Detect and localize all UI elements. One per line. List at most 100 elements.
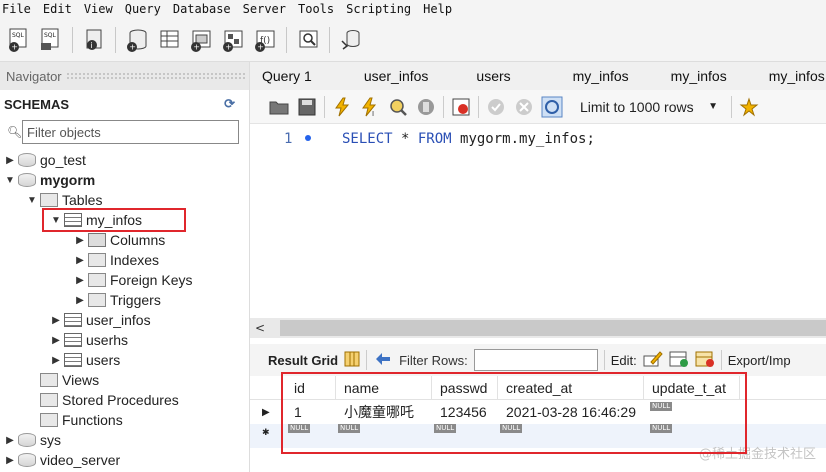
- svg-text:+: +: [257, 42, 264, 51]
- info-icon[interactable]: i: [81, 26, 107, 54]
- menu-query[interactable]: Query: [123, 2, 171, 16]
- explain-icon[interactable]: [387, 96, 409, 118]
- expand-arrow-icon[interactable]: ▶: [74, 275, 86, 286]
- stop-icon[interactable]: [415, 96, 437, 118]
- insert-row-icon[interactable]: [669, 350, 689, 371]
- scroll-left-icon[interactable]: <: [250, 321, 270, 335]
- tree-item-sys[interactable]: ▶ sys: [0, 430, 250, 450]
- expand-arrow-icon[interactable]: ▶: [74, 235, 86, 246]
- new-sql-tab-icon[interactable]: SQL +: [6, 26, 32, 54]
- tree-item-users[interactable]: ▶ users: [0, 350, 250, 370]
- beautify-icon[interactable]: [738, 96, 760, 118]
- query-tabs: Query 1 user_infos users my_infos my_inf…: [250, 62, 826, 90]
- navigator-header: Navigator: [0, 62, 249, 90]
- menu-view[interactable]: View: [82, 2, 123, 16]
- expand-arrow-icon[interactable]: ▶: [4, 155, 16, 166]
- query-table: mygorm.my_infos;: [451, 131, 595, 147]
- table-icon: [64, 333, 82, 347]
- limit-rows-value: Limit to 1000 rows: [580, 98, 694, 115]
- refresh-rows-icon[interactable]: [373, 351, 393, 370]
- tree-item-tables[interactable]: ▼ Tables: [0, 190, 250, 210]
- expand-arrow-icon[interactable]: ▶: [4, 435, 16, 446]
- editor-horizontal-scrollbar[interactable]: <: [250, 318, 826, 338]
- expand-arrow-icon[interactable]: ▶: [4, 455, 16, 466]
- menu-help[interactable]: Help: [421, 2, 462, 16]
- filter-rows-input[interactable]: [473, 349, 598, 371]
- expand-arrow-icon[interactable]: ▶: [74, 255, 86, 266]
- delete-row-icon[interactable]: [695, 350, 715, 371]
- keyword-select: SELECT: [342, 131, 393, 147]
- execute-current-icon[interactable]: I: [359, 96, 381, 118]
- edit-label: Edit:: [610, 352, 637, 368]
- open-sql-file-icon[interactable]: SQL: [38, 26, 64, 54]
- create-function-icon[interactable]: f() +: [252, 26, 278, 54]
- line-number: 1: [284, 131, 293, 147]
- toolbar-separator: [115, 26, 116, 53]
- expand-arrow-icon[interactable]: ▶: [74, 295, 86, 306]
- sql-query-line[interactable]: SELECT * FROM mygorm.my_infos;: [342, 131, 595, 147]
- scroll-thumb[interactable]: [280, 320, 826, 336]
- filter-objects-input[interactable]: 🔍︎ Filter objects: [7, 120, 239, 144]
- create-procedure-icon[interactable]: +: [220, 26, 246, 54]
- tree-item-functions[interactable]: Functions: [0, 410, 250, 430]
- tab-my-infos[interactable]: my_infos: [561, 68, 659, 84]
- tree-item-triggers[interactable]: ▶ Triggers: [0, 290, 250, 310]
- collapse-arrow-icon[interactable]: ▼: [4, 175, 16, 186]
- create-table-icon[interactable]: [156, 26, 182, 54]
- tree-item-video-server[interactable]: ▶ video_server: [0, 450, 250, 470]
- tree-item-user-infos[interactable]: ▶ user_infos: [0, 310, 250, 330]
- reconnect-icon[interactable]: [338, 26, 364, 54]
- svg-text:+: +: [11, 42, 18, 51]
- tab-query-1[interactable]: Query 1: [250, 68, 352, 84]
- refresh-icon[interactable]: ⟳: [224, 96, 235, 112]
- filter-rows-label: Filter Rows:: [399, 352, 468, 368]
- sql-editor[interactable]: 1 SELECT * FROM mygorm.my_infos;: [250, 124, 826, 318]
- tab-my-infos-3[interactable]: my_infos: [757, 68, 825, 84]
- tree-item-indexes[interactable]: ▶ Indexes: [0, 250, 250, 270]
- export-import-label[interactable]: Export/Imp: [728, 353, 791, 368]
- toolbar-separator: [731, 95, 732, 118]
- expand-arrow-icon[interactable]: ▶: [50, 315, 62, 326]
- drag-handle[interactable]: [65, 72, 245, 80]
- menu-file[interactable]: File: [0, 2, 41, 16]
- search-table-data-icon[interactable]: [295, 26, 321, 54]
- result-grid-label[interactable]: Result Grid: [268, 353, 338, 368]
- triggers-icon: [88, 293, 106, 307]
- autocommit-toggle-icon[interactable]: [541, 96, 563, 118]
- tree-item-columns[interactable]: ▶ Columns: [0, 230, 250, 250]
- menu-scripting[interactable]: Scripting: [344, 2, 421, 16]
- limit-rows-select[interactable]: Limit to 1000 rows ▼: [575, 95, 725, 119]
- expand-arrow-icon[interactable]: ▶: [50, 355, 62, 366]
- grid-view-icon[interactable]: [344, 351, 360, 370]
- tree-item-foreign-keys[interactable]: ▶ Foreign Keys: [0, 270, 250, 290]
- tree-item-views[interactable]: Views: [0, 370, 250, 390]
- tree-item-mygorm[interactable]: ▼ mygorm: [0, 170, 250, 190]
- menu-edit[interactable]: Edit: [41, 2, 82, 16]
- rollback-icon[interactable]: [513, 96, 535, 118]
- collapse-arrow-icon[interactable]: ▼: [26, 195, 38, 206]
- tree-item-go-test[interactable]: ▶ go_test: [0, 150, 250, 170]
- toolbar-separator: [286, 26, 287, 53]
- tree-item-stored-procedures[interactable]: Stored Procedures: [0, 390, 250, 410]
- save-icon[interactable]: [296, 96, 318, 118]
- execute-icon[interactable]: [331, 96, 353, 118]
- new-row-marker-icon: ✱: [262, 428, 270, 438]
- edit-row-icon[interactable]: [643, 350, 663, 371]
- toolbar-separator: [329, 26, 330, 53]
- expand-arrow-icon[interactable]: ▶: [50, 335, 62, 346]
- tab-users[interactable]: users: [464, 68, 560, 84]
- menu-tools[interactable]: Tools: [296, 2, 344, 16]
- create-schema-icon[interactable]: +: [124, 26, 150, 54]
- menu-server[interactable]: Server: [241, 2, 296, 16]
- tab-my-infos-2[interactable]: my_infos: [659, 68, 757, 84]
- open-file-icon[interactable]: [268, 96, 290, 118]
- tree-item-userhs[interactable]: ▶ userhs: [0, 330, 250, 350]
- menu-database[interactable]: Database: [171, 2, 241, 16]
- toolbar-separator: [324, 95, 325, 118]
- foreign-keys-icon: [88, 273, 106, 287]
- toggle-error-icon[interactable]: [450, 96, 472, 118]
- tab-user-infos[interactable]: user_infos: [352, 68, 465, 84]
- commit-icon[interactable]: [485, 96, 507, 118]
- create-view-icon[interactable]: +: [188, 26, 214, 54]
- current-row-arrow-icon: ▶: [262, 407, 270, 418]
